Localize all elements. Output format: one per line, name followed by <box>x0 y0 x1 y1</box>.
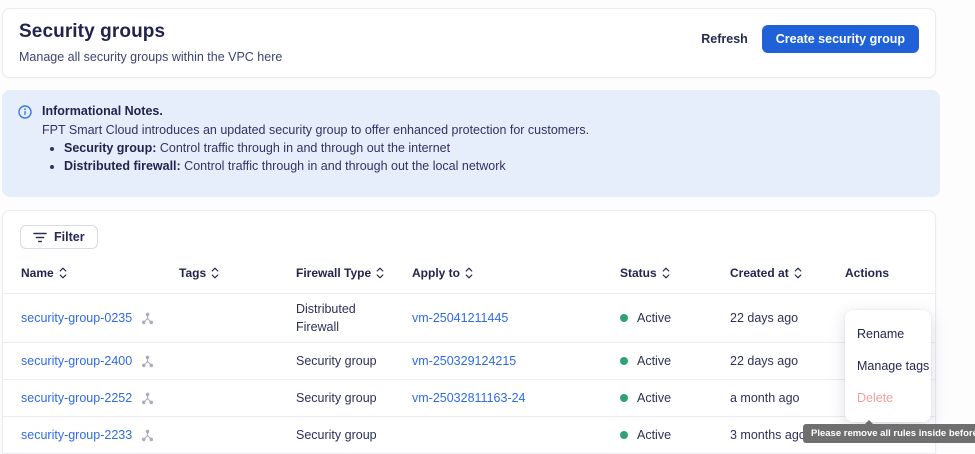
name-cell: security-group-0235 <box>21 309 179 327</box>
sort-carets-icon <box>794 266 802 280</box>
branch-nodes-icon[interactable] <box>141 355 154 368</box>
menu-item-rename[interactable]: Rename <box>845 318 931 350</box>
firewall-type-cell: Security group <box>296 389 412 407</box>
create-security-group-button[interactable]: Create security group <box>762 25 919 53</box>
table-row: security-group-0235 Distributed Firewall… <box>3 294 935 343</box>
table-body: security-group-0235 Distributed Firewall… <box>3 294 935 454</box>
column-header-actions: Actions <box>845 266 935 280</box>
refresh-button[interactable]: Refresh <box>699 26 750 52</box>
apply-to-vm-link[interactable]: vm-25041211445 <box>412 311 508 325</box>
security-group-name-link[interactable]: security-group-2400 <box>21 352 132 370</box>
created-at-cell: a month ago <box>730 389 845 407</box>
branch-nodes-icon[interactable] <box>141 392 154 405</box>
status-label: Active <box>637 389 671 407</box>
column-header-tags[interactable]: Tags <box>179 266 296 280</box>
banner-content: Informational Notes. FPT Smart Cloud int… <box>42 104 589 183</box>
firewall-type-cell: Security group <box>296 352 412 370</box>
sort-carets-icon <box>211 266 219 280</box>
header-actions: Refresh Create security group <box>699 25 919 53</box>
column-header-name[interactable]: Name <box>21 266 179 280</box>
name-cell: security-group-2400 <box>21 352 179 370</box>
banner-bullet: Distributed firewall: Control traffic th… <box>64 159 589 173</box>
filter-funnel-icon <box>33 232 47 243</box>
name-cell: security-group-2233 <box>21 426 179 444</box>
filter-button-label: Filter <box>54 230 85 244</box>
security-groups-table-card: Filter Name Tags Firewall Type Apply to … <box>2 210 936 454</box>
apply-to-vm-link[interactable]: vm-25032811163-24 <box>412 391 526 405</box>
page-header-card: Security groups Manage all security grou… <box>2 8 936 78</box>
created-at-cell: 22 days ago <box>730 352 845 370</box>
table-row: security-group-2400 Security group vm-25… <box>3 343 935 380</box>
column-header-created-at[interactable]: Created at <box>730 266 845 280</box>
status-label: Active <box>637 352 671 370</box>
table-row: security-group-2233 Security group <box>3 417 935 454</box>
filter-button[interactable]: Filter <box>20 225 98 249</box>
apply-to-cell: vm-250329124215 <box>412 352 620 370</box>
green-status-dot <box>620 431 628 439</box>
sort-carets-icon <box>662 266 670 280</box>
firewall-type-cell: Security group <box>296 426 412 444</box>
column-header-apply-to[interactable]: Apply to <box>412 266 620 280</box>
delete-disabled-tooltip: Please remove all rules inside before de… <box>803 424 975 443</box>
menu-item-manage-tags[interactable]: Manage tags <box>845 350 931 382</box>
banner-intro: FPT Smart Cloud introduces an updated se… <box>42 123 589 137</box>
status-label: Active <box>637 309 671 327</box>
table-row: security-group-2252 Security group vm-25… <box>3 380 935 417</box>
banner-bullet: Security group: Control traffic through … <box>64 141 589 155</box>
sort-carets-icon <box>376 266 384 280</box>
created-at-cell: 22 days ago <box>730 309 845 327</box>
page-title: Security groups <box>19 21 282 43</box>
status-cell: Active <box>620 352 730 370</box>
banner-bullets: Security group: Control traffic through … <box>64 141 589 173</box>
status-cell: Active <box>620 389 730 407</box>
page-header-titles: Security groups Manage all security grou… <box>19 21 282 64</box>
firewall-type-cell: Distributed Firewall <box>296 300 412 336</box>
branch-nodes-icon[interactable] <box>141 429 154 442</box>
green-status-dot <box>620 314 628 322</box>
apply-to-cell: vm-25041211445 <box>412 309 620 327</box>
status-cell: Active <box>620 309 730 327</box>
menu-item-delete: Delete <box>845 382 931 414</box>
info-circle-icon <box>18 105 32 183</box>
security-group-name-link[interactable]: security-group-0235 <box>21 309 132 327</box>
informational-banner: Informational Notes. FPT Smart Cloud int… <box>2 90 940 197</box>
security-group-name-link[interactable]: security-group-2252 <box>21 389 132 407</box>
column-header-firewall-type[interactable]: Firewall Type <box>296 266 412 280</box>
apply-to-vm-link[interactable]: vm-250329124215 <box>412 354 516 368</box>
security-group-name-link[interactable]: security-group-2233 <box>21 426 132 444</box>
status-label: Active <box>637 426 671 444</box>
row-actions-context-menu: RenameManage tagsDelete <box>845 310 931 422</box>
banner-title: Informational Notes. <box>42 104 589 118</box>
table-header-row: Name Tags Firewall Type Apply to Status … <box>3 266 935 294</box>
security-groups-page: Security groups Manage all security grou… <box>0 0 975 454</box>
name-cell: security-group-2252 <box>21 389 179 407</box>
sort-carets-icon <box>59 266 67 280</box>
green-status-dot <box>620 357 628 365</box>
page-subtitle: Manage all security groups within the VP… <box>19 50 282 64</box>
green-status-dot <box>620 394 628 402</box>
status-cell: Active <box>620 426 730 444</box>
sort-carets-icon <box>465 266 473 280</box>
column-header-status[interactable]: Status <box>620 266 730 280</box>
branch-nodes-icon[interactable] <box>141 312 154 325</box>
apply-to-cell: vm-25032811163-24 <box>412 389 620 407</box>
